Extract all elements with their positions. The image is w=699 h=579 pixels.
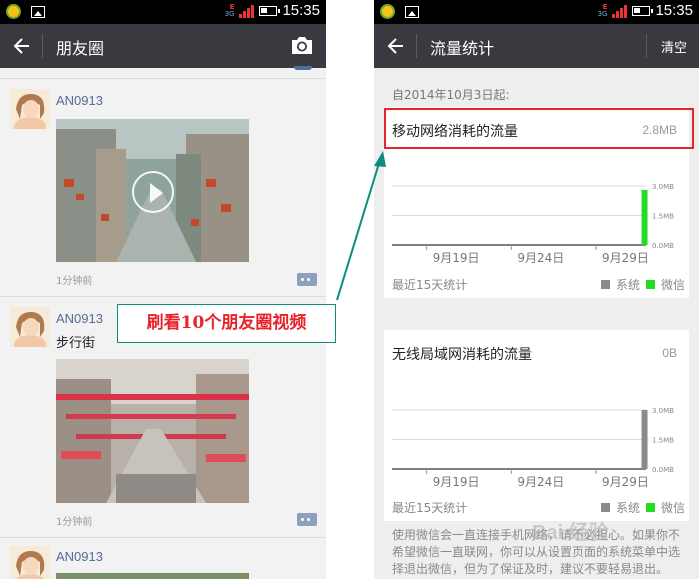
annotation-arrow [336, 151, 386, 301]
watermark: Bai 经验 [532, 522, 609, 544]
annotation-callout: 刷看10个朋友圈视频 [117, 304, 336, 343]
